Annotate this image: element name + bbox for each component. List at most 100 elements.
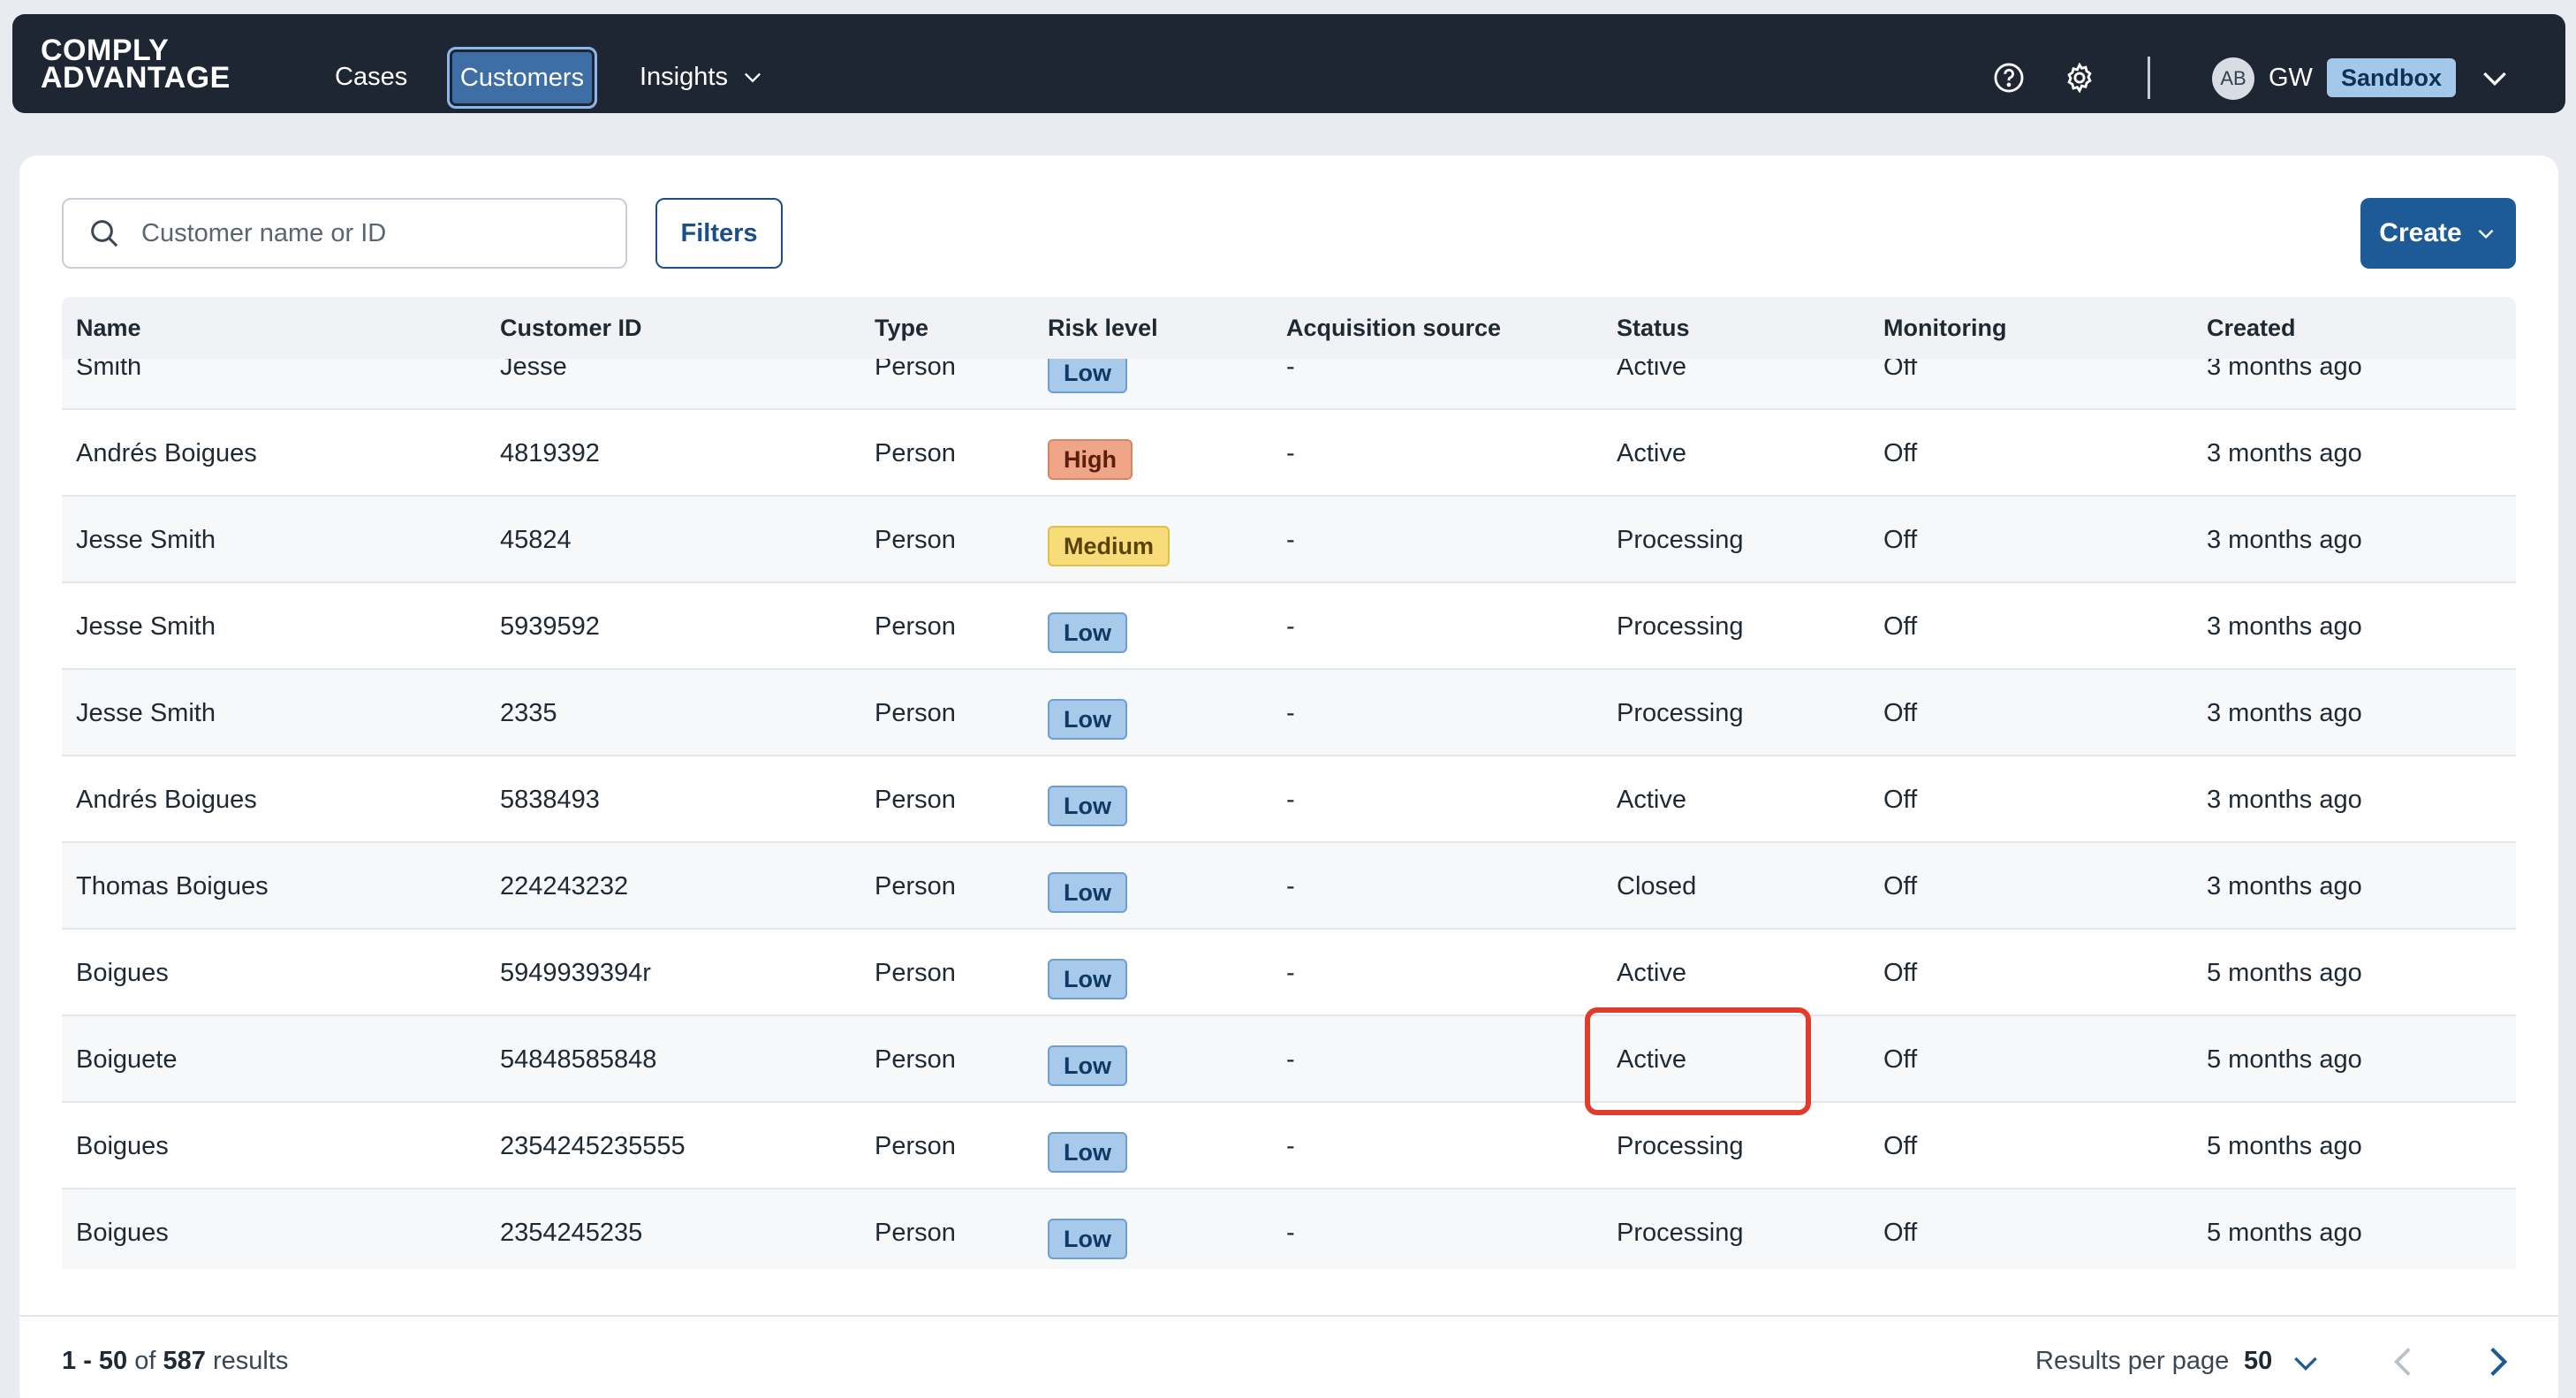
column-header-status[interactable]: Status [1617,297,1690,359]
cell-name: Smith [76,359,142,381]
cell-type: Person [875,1132,956,1160]
cell-acquisition-source: - [1286,1132,1295,1160]
cell-type: Person [875,872,956,900]
cell-customer-id: 5939592 [500,612,600,641]
table-row[interactable]: Boigues 5949939394r Person - Active Off 5 mont… [62,930,2516,1016]
cell-customer-id: Jesse [500,359,567,381]
cell-type: Person [875,359,956,381]
range-separator: - [76,1347,99,1375]
cell-type: Person [875,1219,956,1247]
search-box[interactable] [62,198,627,269]
column-header-customer-id[interactable]: Customer ID [500,297,642,359]
nav-insights-label: Insights [640,62,728,91]
table-row[interactable]: Smith Jesse Person - Active Off 3 months ago Lo… [62,359,2516,410]
range-start: 1 [62,1347,77,1375]
cell-type: Person [875,612,956,641]
risk-level-badge: Low [1048,786,1127,826]
cell-monitoring: Off [1883,1132,1918,1160]
table-row[interactable]: Jesse Smith 5939592 Person - Processing Off 3 … [62,583,2516,670]
top-navigation-bar: COMPLY ADVANTAGE Cases Customers Insight… [12,14,2565,113]
results-per-page-select[interactable]: 50 [2244,1347,2272,1376]
risk-level-badge: Low [1048,612,1127,653]
risk-level-badge: Low [1048,1045,1127,1086]
cell-name: Andrés Boigues [76,439,257,467]
cell-type: Person [875,439,956,467]
table-row[interactable]: Andrés Boigues 4819392 Person - Active Off 3 m… [62,410,2516,497]
user-initials[interactable]: GW [2269,60,2313,95]
cell-created: 3 months ago [2207,359,2362,381]
help-icon[interactable] [1991,60,2027,95]
filters-button[interactable]: Filters [655,198,783,269]
table-body: Smith Jesse Person - Active Off 3 months ago Lo… [62,359,2516,1269]
cell-name: Andrés Boigues [76,786,257,814]
table-row[interactable]: Boiguete 54848585848 Person - Active Off 5 mon… [62,1016,2516,1103]
column-header-monitoring[interactable]: Monitoring [1883,297,2006,359]
nav-cases[interactable]: Cases [335,46,407,108]
cell-customer-id: 2335 [500,699,557,727]
cell-created: 3 months ago [2207,526,2362,554]
risk-level-badge: Low [1048,699,1127,740]
column-header-created[interactable]: Created [2207,297,2296,359]
table-header: Name Customer ID Type Risk level Acquisi… [62,297,2516,359]
cell-monitoring: Off [1883,612,1918,641]
cell-created: 3 months ago [2207,612,2362,641]
cell-created: 5 months ago [2207,1132,2362,1160]
results-range: 1 - 50 of 587 results [62,1347,288,1376]
environment-badge[interactable]: Sandbox [2327,58,2457,97]
range-of: of [127,1347,163,1375]
results-per-page-chevron-down-icon[interactable] [2288,1345,2323,1380]
gear-icon[interactable] [2062,60,2097,95]
cell-monitoring: Off [1883,1045,1918,1074]
results-per-page-label: Results per page [2035,1347,2230,1375]
cell-acquisition-source: - [1286,959,1295,987]
cell-status: Active [1617,786,1686,814]
cell-name: Jesse Smith [76,699,216,727]
nav-divider [2148,57,2150,99]
table-row[interactable]: Thomas Boigues 224243232 Person - Closed Off 3… [62,843,2516,930]
search-input[interactable] [141,218,601,248]
cell-status: Closed [1617,872,1697,900]
table-row[interactable]: Boigues 2354245235555 Person - Processing Off… [62,1103,2516,1189]
cell-acquisition-source: - [1286,439,1295,467]
search-icon [91,220,118,247]
column-header-risk-level[interactable]: Risk level [1048,297,1158,359]
cell-status: Processing [1617,699,1744,727]
cell-customer-id: 5838493 [500,786,600,814]
user-menu-chevron-down-icon[interactable] [2477,60,2512,95]
create-button[interactable]: Create [2360,198,2516,269]
table-row[interactable]: Jesse Smith 45824 Person - Processing Off 3 mo… [62,497,2516,583]
avatar[interactable]: AB [2212,57,2254,100]
cell-acquisition-source: - [1286,872,1295,900]
footer-divider [19,1315,2558,1317]
cell-created: 3 months ago [2207,786,2362,814]
cell-acquisition-source: - [1286,1045,1295,1074]
cell-monitoring: Off [1883,359,1918,381]
nav-insights[interactable]: Insights [640,46,765,108]
next-page-chevron-right-icon[interactable] [2475,1340,2519,1384]
chevron-down-icon [744,72,761,83]
cell-created: 3 months ago [2207,872,2362,900]
comply-advantage-logo[interactable]: COMPLY ADVANTAGE [41,35,231,95]
table-row[interactable]: Boigues 2354245235 Person - Processing Off 5 m… [62,1189,2516,1269]
cell-status: Processing [1617,612,1744,641]
logo-line-2: ADVANTAGE [41,61,231,95]
column-header-name[interactable]: Name [76,297,141,359]
create-button-label: Create [2379,218,2462,247]
customers-panel: Filters Create Name Customer ID Type Ris… [19,156,2558,1398]
cell-acquisition-source: - [1286,786,1295,814]
risk-level-badge: Low [1048,959,1127,999]
cell-name: Jesse Smith [76,526,216,554]
cell-monitoring: Off [1883,786,1918,814]
cell-status: Active [1617,359,1686,381]
column-header-type[interactable]: Type [875,297,928,359]
cell-customer-id: 2354245235 [500,1219,643,1247]
column-header-acquisition-source[interactable]: Acquisition source [1286,297,1501,359]
cell-name: Boigues [76,959,169,987]
nav-customers[interactable]: Customers [447,47,597,109]
cell-customer-id: 4819392 [500,439,600,467]
cell-monitoring: Off [1883,439,1918,467]
cell-customer-id: 54848585848 [500,1045,657,1074]
table-row[interactable]: Andrés Boigues 5838493 Person - Active Off 3 m… [62,756,2516,843]
table-row[interactable]: Jesse Smith 2335 Person - Processing Off 3 mon… [62,670,2516,756]
previous-page-chevron-left-icon[interactable] [2382,1340,2426,1384]
